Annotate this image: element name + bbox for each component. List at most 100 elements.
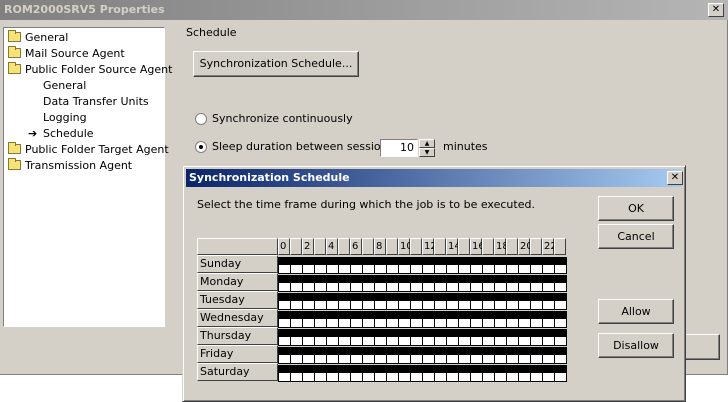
hour-header-cell[interactable] <box>362 238 374 255</box>
tree-item-public-folder-source-agent[interactable]: Public Folder Source Agent <box>8 62 172 77</box>
hour-header-cell[interactable] <box>434 238 446 255</box>
hour-header-cell[interactable]: 14 <box>446 238 461 255</box>
day-label-cell[interactable]: Monday <box>197 273 278 291</box>
hour-header-cell[interactable] <box>314 238 326 255</box>
schedule-hour-cell[interactable] <box>554 329 567 346</box>
hour-cell-unselected-half <box>555 301 566 309</box>
hour-cell-unselected-half <box>351 373 362 381</box>
dialog-title-bar[interactable]: Synchronization Schedule ✕ <box>186 169 683 187</box>
tree-item-transmission-agent[interactable]: Transmission Agent <box>8 158 132 173</box>
tree-item-general[interactable]: General <box>8 30 68 45</box>
hour-header-cell[interactable] <box>386 238 398 255</box>
hour-cell-unselected-half <box>483 319 494 327</box>
hour-cell-unselected-half <box>375 355 386 363</box>
hour-cell-unselected-half <box>495 337 506 345</box>
day-label-cell[interactable]: Sunday <box>197 255 278 273</box>
spin-down-button[interactable]: ▼ <box>419 148 435 157</box>
hour-header-cell[interactable] <box>290 238 302 255</box>
hour-header-cell[interactable]: 0 <box>278 238 290 255</box>
hour-header-cell[interactable]: 4 <box>326 238 338 255</box>
hour-header-cell[interactable]: 6 <box>350 238 362 255</box>
folder-icon <box>8 46 21 58</box>
hour-header-cell[interactable]: 18 <box>494 238 509 255</box>
hour-cell-unselected-half <box>423 265 434 273</box>
schedule-hour-cell[interactable] <box>554 365 567 382</box>
tree-item-logging[interactable]: Logging <box>43 110 87 125</box>
hour-cell-unselected-half <box>495 265 506 273</box>
hour-cell-unselected-half <box>279 355 290 363</box>
day-label-cell[interactable]: Tuesday <box>197 291 278 309</box>
hour-header-cell[interactable]: 8 <box>374 238 386 255</box>
radio-sleep-duration[interactable] <box>195 141 207 153</box>
hour-cell-unselected-half <box>291 301 302 309</box>
hour-header-cell[interactable] <box>458 238 470 255</box>
hour-cell-unselected-half <box>423 355 434 363</box>
hour-cell-unselected-half <box>327 319 338 327</box>
grid-corner-cell[interactable] <box>197 238 278 255</box>
allow-button[interactable]: Allow <box>598 299 674 324</box>
hour-header-cell[interactable]: 22 <box>542 238 557 255</box>
hour-header-cell[interactable] <box>482 238 494 255</box>
hour-cell-unselected-half <box>327 283 338 291</box>
hour-header-cell[interactable] <box>530 238 542 255</box>
hour-cell-unselected-half <box>483 355 494 363</box>
properties-title-bar[interactable]: ROM2000SRV5 Properties ✕ <box>0 0 728 20</box>
close-icon[interactable]: ✕ <box>667 171 683 185</box>
hour-cell-unselected-half <box>315 301 326 309</box>
day-label-cell[interactable]: Friday <box>197 345 278 363</box>
radio-continuous-label: Synchronize continuously <box>212 112 353 125</box>
hour-cell-unselected-half <box>279 373 290 381</box>
tree-item-mail-source-agent[interactable]: Mail Source Agent <box>8 46 125 61</box>
schedule-hour-cell[interactable] <box>554 347 567 364</box>
schedule-hour-cell[interactable] <box>554 275 567 292</box>
hour-header-cell[interactable]: 10 <box>398 238 413 255</box>
hour-cell-unselected-half <box>399 319 410 327</box>
hour-cell-unselected-half <box>531 301 542 309</box>
hour-cell-unselected-half <box>399 283 410 291</box>
hour-header-cell[interactable] <box>410 238 422 255</box>
tree-item-schedule[interactable]: ➔ Schedule <box>28 126 94 141</box>
schedule-hour-cell[interactable] <box>554 257 567 274</box>
day-label-cell[interactable]: Thursday <box>197 327 278 345</box>
hour-cell-unselected-half <box>507 355 518 363</box>
hour-cell-unselected-half <box>363 319 374 327</box>
spin-up-button[interactable]: ▲ <box>419 139 435 148</box>
hour-cell-unselected-half <box>279 301 290 309</box>
hour-cell-unselected-half <box>279 319 290 327</box>
hour-cell-unselected-half <box>447 337 458 345</box>
tree-item-data-transfer-units[interactable]: Data Transfer Units <box>43 94 149 109</box>
section-label-schedule: Schedule <box>186 26 237 39</box>
hour-cell-unselected-half <box>483 283 494 291</box>
ok-button[interactable]: OK <box>598 196 674 221</box>
hour-header-cell[interactable] <box>506 238 518 255</box>
close-icon[interactable]: ✕ <box>708 3 724 17</box>
hour-header-cell[interactable]: 2 <box>302 238 314 255</box>
hour-header-cell[interactable] <box>338 238 350 255</box>
tree-item-source-general[interactable]: General <box>43 78 86 93</box>
synchronization-schedule-button[interactable]: Synchronization Schedule... <box>193 51 359 77</box>
hour-header-cell[interactable] <box>554 238 566 255</box>
tree-item-label: Transmission Agent <box>25 159 133 172</box>
sleep-duration-input[interactable]: 10 <box>380 139 418 157</box>
hour-header-cell[interactable]: 16 <box>470 238 485 255</box>
disallow-button[interactable]: Disallow <box>598 333 674 358</box>
hour-cell-unselected-half <box>387 301 398 309</box>
hour-header-cell[interactable]: 20 <box>518 238 533 255</box>
hour-cell-unselected-half <box>375 337 386 345</box>
schedule-hour-cell[interactable] <box>554 311 567 328</box>
hour-cell-unselected-half <box>543 337 554 345</box>
cancel-button[interactable]: Cancel <box>598 224 674 249</box>
hour-header-cell[interactable]: 12 <box>422 238 437 255</box>
hour-cell-unselected-half <box>399 265 410 273</box>
day-label-cell[interactable]: Saturday <box>197 363 278 381</box>
hour-cell-unselected-half <box>363 373 374 381</box>
schedule-hour-cell[interactable] <box>554 293 567 310</box>
hour-cell-unselected-half <box>495 283 506 291</box>
tree-item-public-folder-target-agent[interactable]: Public Folder Target Agent <box>8 142 169 157</box>
hour-cell-unselected-half <box>387 319 398 327</box>
hour-cell-unselected-half <box>447 373 458 381</box>
radio-synchronize-continuously[interactable] <box>195 113 207 125</box>
day-label-cell[interactable]: Wednesday <box>197 309 278 327</box>
hour-cell-unselected-half <box>327 301 338 309</box>
hour-cell-unselected-half <box>291 283 302 291</box>
